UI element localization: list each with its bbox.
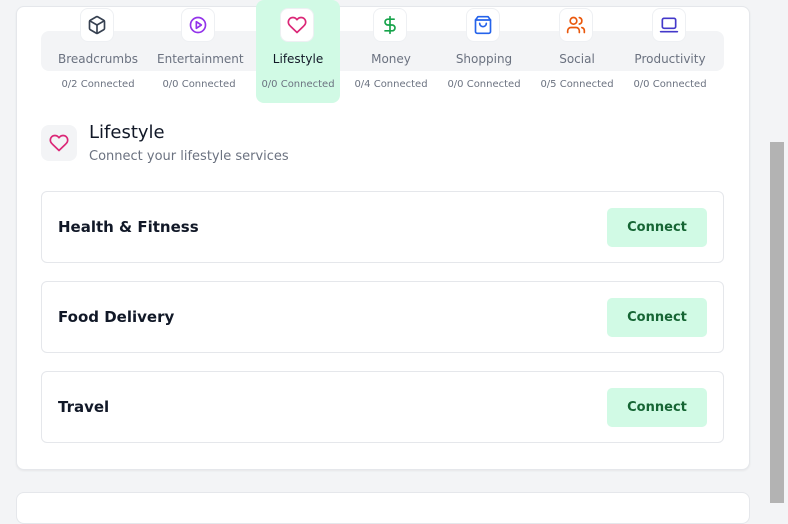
- box-icon: [80, 8, 114, 42]
- tab-status: 0/0 Connected: [162, 79, 236, 90]
- tab-entertainment[interactable]: Entertainment 0/0 Connected: [157, 0, 244, 103]
- laptop-icon: [652, 8, 686, 42]
- tab-shopping[interactable]: Shopping 0/0 Connected: [442, 0, 526, 103]
- scrollbar-thumb[interactable]: [770, 142, 784, 503]
- play-circle-icon: [181, 8, 215, 42]
- connect-button[interactable]: Connect: [607, 298, 707, 337]
- service-name: Health & Fitness: [58, 218, 199, 236]
- tab-status: 0/4 Connected: [354, 79, 428, 90]
- users-icon: [559, 8, 593, 42]
- tab-label: Breadcrumbs: [58, 52, 138, 66]
- section-title: Lifestyle: [89, 122, 165, 143]
- heart-icon: [41, 125, 77, 161]
- tab-social[interactable]: Social 0/5 Connected: [535, 0, 619, 103]
- tab-productivity[interactable]: Productivity 0/0 Connected: [628, 0, 712, 103]
- service-name: Travel: [58, 398, 110, 416]
- tab-label: Entertainment: [157, 52, 244, 66]
- tab-lifestyle[interactable]: Lifestyle 0/0 Connected: [256, 0, 340, 103]
- tab-label: Shopping: [455, 52, 513, 66]
- tab-status: 0/0 Connected: [633, 79, 707, 90]
- next-card: [16, 492, 750, 524]
- tab-label: Productivity: [634, 52, 706, 66]
- heart-icon: [280, 8, 314, 42]
- tab-status: 0/5 Connected: [540, 79, 614, 90]
- tab-label: Money: [371, 52, 411, 66]
- connect-button[interactable]: Connect: [607, 388, 707, 427]
- tab-label: Lifestyle: [272, 52, 324, 66]
- tab-status: 0/0 Connected: [261, 79, 335, 90]
- service-name: Food Delivery: [58, 308, 175, 326]
- service-row-health-fitness: Health & Fitness Connect: [41, 191, 724, 263]
- tab-money[interactable]: Money 0/4 Connected: [349, 0, 433, 103]
- tab-status: 0/2 Connected: [61, 79, 135, 90]
- connect-button[interactable]: Connect: [607, 208, 707, 247]
- tab-label: Social: [559, 52, 595, 66]
- section-subtitle: Connect your lifestyle services: [89, 149, 289, 164]
- shopping-bag-icon: [466, 8, 500, 42]
- dollar-icon: [373, 8, 407, 42]
- service-row-travel: Travel Connect: [41, 371, 724, 443]
- tab-status: 0/0 Connected: [447, 79, 521, 90]
- tab-breadcrumbs[interactable]: Breadcrumbs 0/2 Connected: [56, 0, 140, 103]
- service-row-food-delivery: Food Delivery Connect: [41, 281, 724, 353]
